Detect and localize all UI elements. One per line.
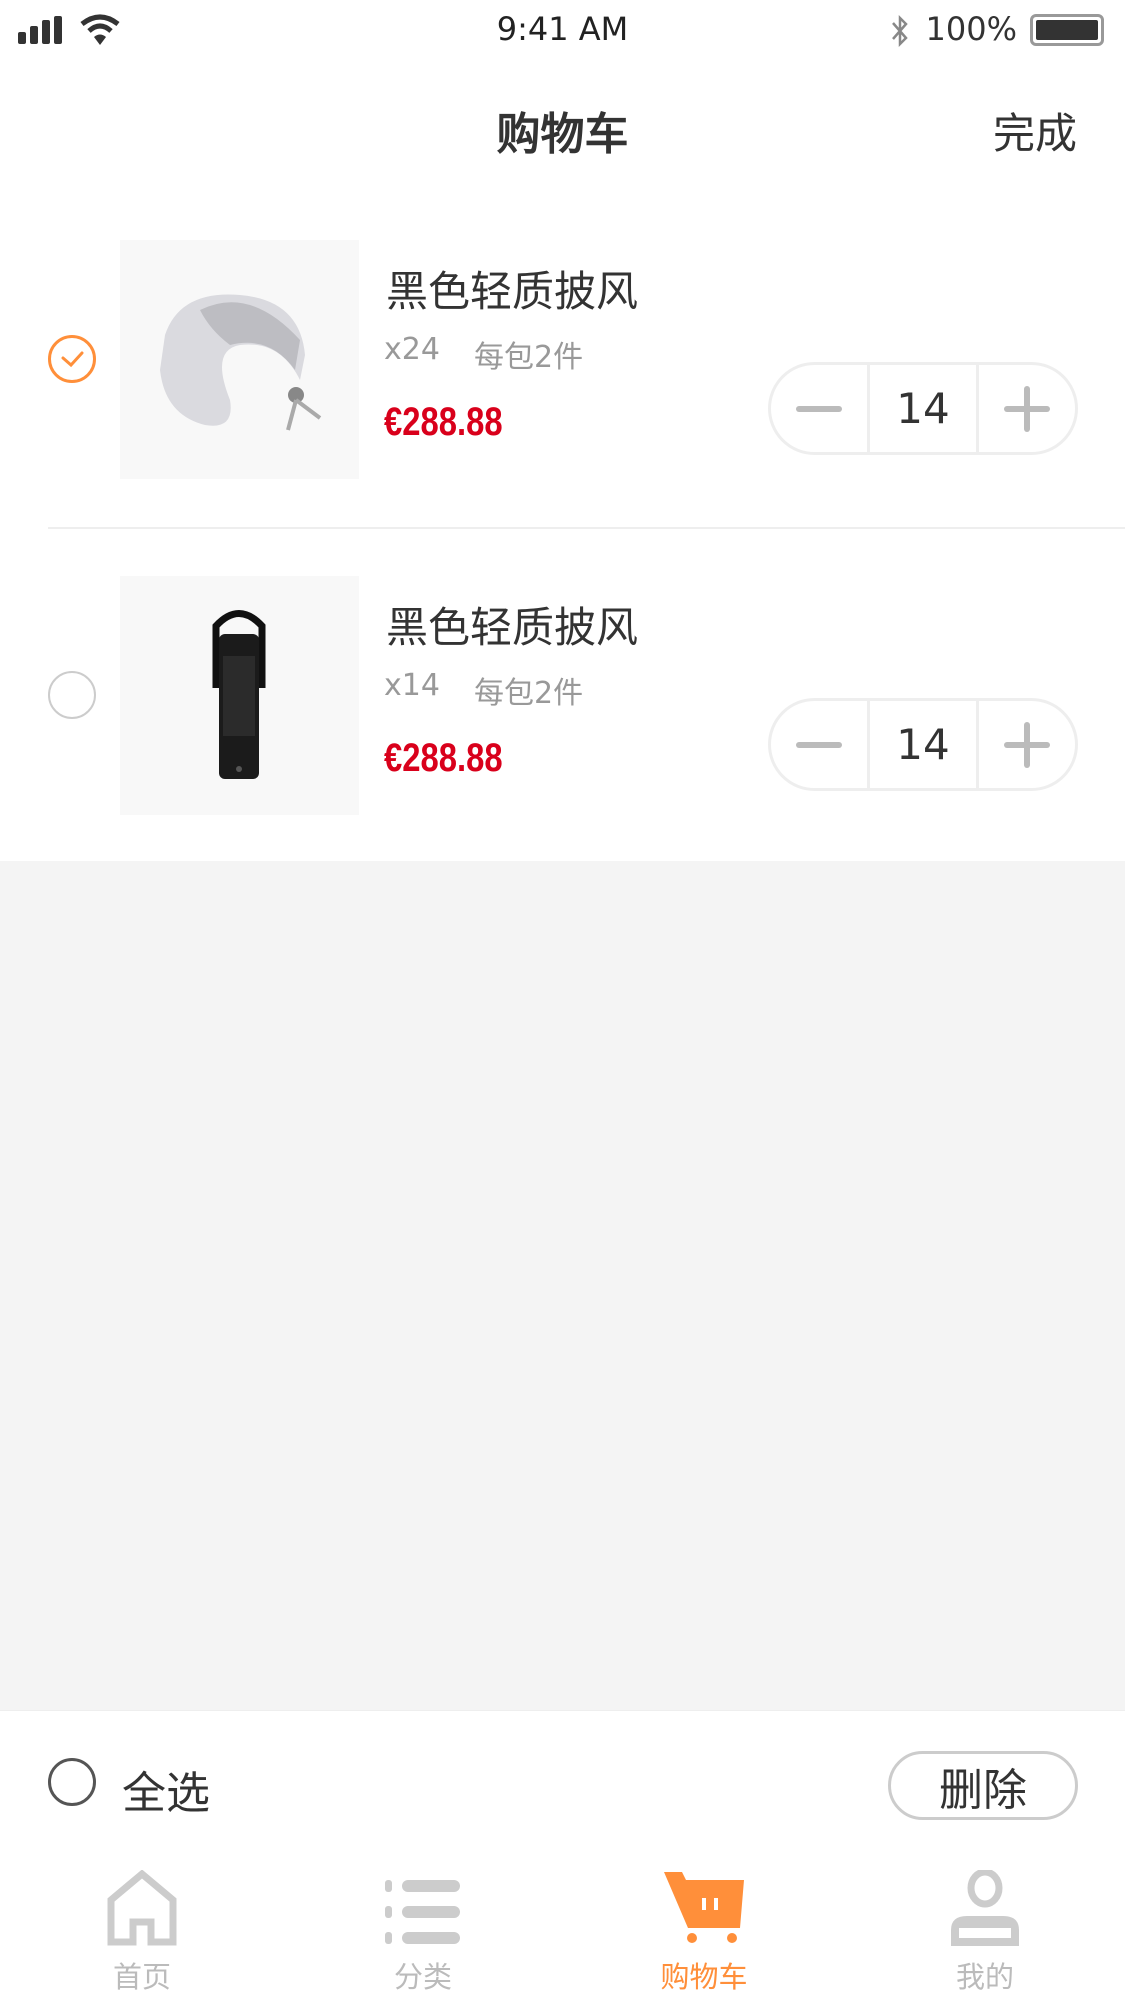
tab-label: 首页 <box>112 1960 171 1994</box>
increment-button[interactable] <box>979 365 1075 452</box>
quantity-value[interactable]: 14 <box>867 701 979 788</box>
bluetooth-icon <box>892 14 908 48</box>
neck-pillow-image <box>160 294 322 431</box>
tab-label: 我的 <box>955 1960 1014 1994</box>
delete-button[interactable]: 删除 <box>888 1751 1078 1820</box>
plus-icon <box>1004 721 1050 768</box>
minus-icon <box>796 741 842 748</box>
tab-profile[interactable]: 我的 <box>895 1868 1075 1996</box>
cart-item: 黑色轻质披风 x24 每包2件 €288.88 14 <box>0 240 1125 576</box>
tab-home[interactable]: 首页 <box>52 1869 232 1996</box>
product-pack-info: 每包2件 <box>474 676 584 711</box>
decrement-button[interactable] <box>771 701 867 788</box>
product-pack-info: 每包2件 <box>474 340 584 375</box>
status-bar: 9:41 AM 100% <box>0 0 1125 60</box>
plus-icon <box>1004 385 1050 432</box>
battery-icon <box>1030 14 1104 46</box>
user-icon <box>951 1868 1019 1946</box>
cart-icon <box>664 1872 744 1943</box>
product-title[interactable]: 黑色轻质披风 <box>386 258 638 319</box>
item-checkbox-unchecked[interactable] <box>48 671 96 719</box>
select-all-checkbox[interactable] <box>48 1758 96 1806</box>
product-quantity: x24 <box>384 332 440 367</box>
product-image[interactable] <box>120 240 359 479</box>
quantity-value[interactable]: 14 <box>867 365 979 452</box>
quantity-stepper: 14 <box>768 362 1078 455</box>
minus-icon <box>796 405 842 412</box>
tab-label: 分类 <box>393 1960 452 1994</box>
tab-cart[interactable]: 购物车 <box>614 1870 794 1996</box>
quantity-stepper: 14 <box>768 698 1078 791</box>
product-image[interactable] <box>120 576 359 815</box>
product-quantity: x14 <box>384 668 440 703</box>
black-kettle-image <box>212 610 266 779</box>
product-price: €288.88 <box>384 400 503 444</box>
done-button[interactable]: 完成 <box>993 100 1077 161</box>
empty-area <box>0 861 1125 1710</box>
home-icon <box>107 1869 177 1946</box>
decrement-button[interactable] <box>771 365 867 452</box>
battery-percent: 100% <box>925 10 1017 48</box>
increment-button[interactable] <box>979 701 1075 788</box>
page-title: 购物车 <box>496 109 629 160</box>
tab-category[interactable]: 分类 <box>333 1870 513 1996</box>
tab-label: 购物车 <box>660 1960 748 1994</box>
product-title[interactable]: 黑色轻质披风 <box>386 594 638 655</box>
product-price: €288.88 <box>384 736 503 780</box>
divider <box>48 527 1125 529</box>
check-icon <box>61 351 84 368</box>
item-checkbox-checked[interactable] <box>48 335 96 383</box>
select-all-label[interactable]: 全选 <box>122 1757 210 1821</box>
list-icon <box>385 1880 460 1944</box>
